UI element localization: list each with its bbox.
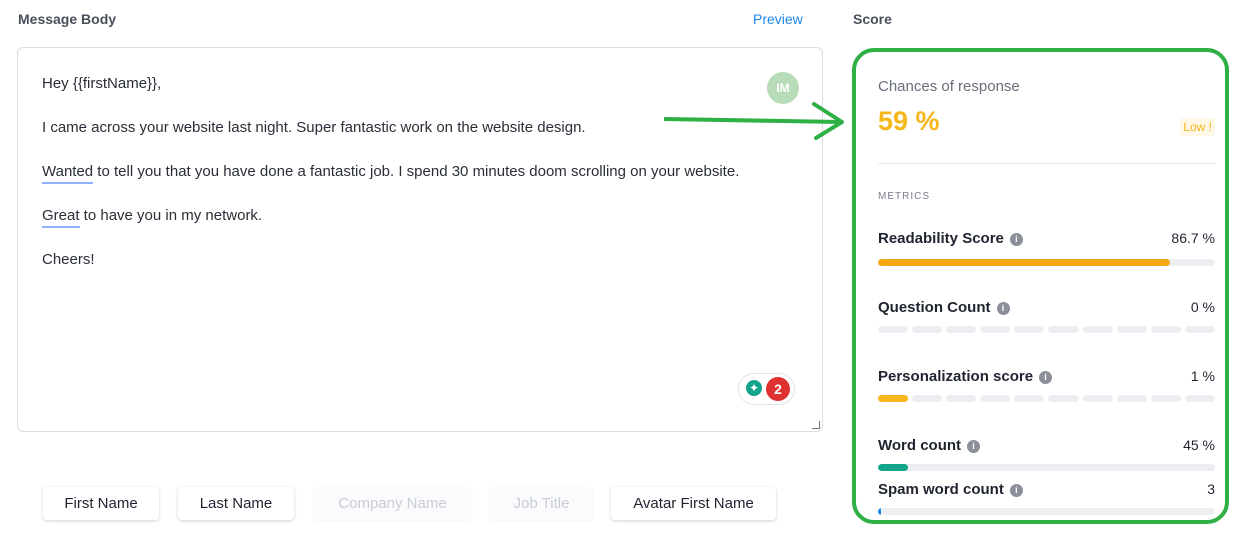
progress-segment <box>1116 326 1147 333</box>
progress-segment <box>1116 395 1147 402</box>
metric-name: Question Count <box>878 299 991 316</box>
editor-line-network-rest: to have you in my network. <box>79 207 263 224</box>
progress-fill <box>878 508 881 515</box>
resize-handle-icon[interactable] <box>812 421 820 429</box>
flagged-word-wanted[interactable]: Wanted <box>42 163 94 184</box>
progress-segment <box>1048 326 1079 333</box>
insert-company-name-button[interactable]: Company Name <box>314 487 471 520</box>
editor-line-signoff: Cheers! <box>42 251 95 268</box>
metric-value: 0 % <box>1190 299 1215 315</box>
metric-name: Personalization score <box>878 368 1034 385</box>
score-label: Score <box>853 11 892 27</box>
metric-name: Word count <box>878 437 962 454</box>
preview-link[interactable]: Preview <box>753 11 803 27</box>
progress-track <box>878 508 1215 515</box>
metric-value: 1 % <box>1190 368 1215 384</box>
progress-segment <box>980 326 1011 333</box>
progress-segment <box>946 395 977 402</box>
progress-fill <box>878 464 909 471</box>
editor-line-greeting: Hey {{firstName}}, <box>42 75 162 92</box>
progress-track <box>878 464 1215 471</box>
progress-segment <box>1082 326 1113 333</box>
info-icon[interactable]: i <box>1009 233 1023 246</box>
writing-assistant-button[interactable]: ✦ 2 <box>739 374 794 404</box>
editor-line-compliment: Wanted to tell you that you have done a … <box>42 163 740 184</box>
progress-segment <box>912 395 943 402</box>
progress-track <box>878 259 1215 266</box>
progress-segment <box>1184 395 1215 402</box>
lightbulb-icon: ✦ <box>746 380 762 396</box>
chances-of-response-label: Chances of response <box>878 78 1020 95</box>
progress-segment <box>1184 326 1215 333</box>
suggestion-count-badge: 2 <box>766 377 790 401</box>
divider <box>878 163 1215 164</box>
editor-line-compliment-rest: to tell you that you have done a fantast… <box>93 163 740 180</box>
editor-line-intro: I came across your website last night. S… <box>42 119 586 136</box>
info-icon[interactable]: i <box>1039 371 1053 384</box>
metrics-title: METRICS <box>878 191 930 202</box>
info-icon[interactable]: i <box>1009 484 1023 497</box>
score-panel: Chances of response 59 % Low ! METRICS R… <box>852 48 1229 524</box>
message-body-label: Message Body <box>18 11 117 27</box>
insert-job-title-button[interactable]: Job Title <box>490 487 593 520</box>
progress-segment <box>1014 326 1045 333</box>
chances-of-response-value: 59 % <box>878 106 940 136</box>
progress-fill <box>878 259 1171 266</box>
insert-avatar-first-name-button[interactable]: Avatar First Name <box>611 487 776 520</box>
annotation-arrow-icon <box>664 102 844 140</box>
progress-segment <box>1150 395 1181 402</box>
insert-first-name-button[interactable]: First Name <box>43 487 159 520</box>
metric-value: 45 % <box>1183 437 1215 453</box>
insert-last-name-button[interactable]: Last Name <box>178 487 294 520</box>
progress-segment <box>912 326 943 333</box>
rating-badge: Low ! <box>1180 118 1215 136</box>
info-icon[interactable]: i <box>996 302 1010 315</box>
flagged-word-great[interactable]: Great <box>42 207 80 228</box>
progress-segment <box>1014 395 1045 402</box>
progress-segment <box>878 395 909 402</box>
progress-segment <box>1150 326 1181 333</box>
metric-name: Spam word count <box>878 481 1004 498</box>
progress-segment <box>980 395 1011 402</box>
metric-value: 86.7 % <box>1171 230 1215 246</box>
progress-segment <box>946 326 977 333</box>
editor-line-network: Great to have you in my network. <box>42 207 263 228</box>
progress-segment <box>878 326 909 333</box>
progress-segment <box>1082 395 1113 402</box>
metric-name: Readability Score <box>878 230 1004 247</box>
segmented-progress <box>878 395 1215 402</box>
segmented-progress <box>878 326 1215 333</box>
info-icon[interactable]: i <box>967 440 981 453</box>
progress-segment <box>1048 395 1079 402</box>
metric-value: 3 <box>1207 481 1215 497</box>
